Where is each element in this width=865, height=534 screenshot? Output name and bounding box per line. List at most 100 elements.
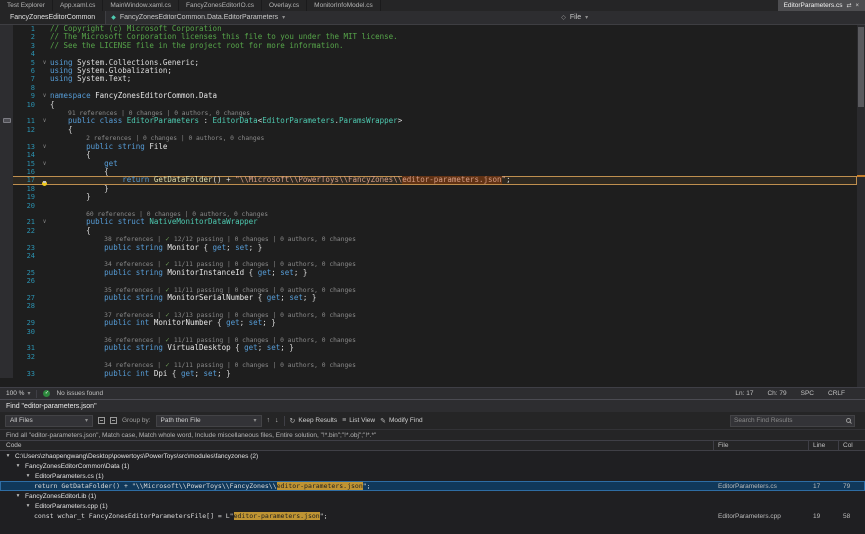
- code-text[interactable]: {: [50, 101, 857, 109]
- close-icon[interactable]: ×: [855, 3, 859, 9]
- expander-icon[interactable]: ▾: [24, 473, 32, 479]
- code-text[interactable]: using System.Collections.Generic;: [50, 59, 857, 67]
- code-text[interactable]: 2 references | 0 changes | 0 authors, 0 …: [50, 134, 857, 142]
- code-text[interactable]: // The Microsoft Corporation licenses th…: [50, 33, 857, 41]
- expander-icon[interactable]: ▾: [14, 493, 22, 499]
- code-text[interactable]: namespace FancyZonesEditorCommon.Data: [50, 92, 857, 100]
- code-line[interactable]: 9∨namespace FancyZonesEditorCommon.Data: [0, 92, 857, 100]
- search-find-results-box[interactable]: [730, 415, 855, 427]
- tab-monitorinfomodel-cs[interactable]: MonitorInfoModel.cs: [307, 0, 381, 11]
- tab-editorparameters[interactable]: EditorParameters.cs ⇄ ×: [778, 0, 865, 11]
- codelens-row[interactable]: 36 references | ✓ 11/11 passing | 0 chan…: [0, 336, 857, 344]
- scrollbar-thumb[interactable]: [858, 27, 864, 107]
- fold-chevron-icon[interactable]: ∨: [39, 92, 50, 100]
- code-text[interactable]: public string MonitorSerialNumber { get;…: [50, 294, 857, 302]
- code-text[interactable]: {: [50, 227, 857, 235]
- code-text[interactable]: 38 references | ✓ 12/12 passing | 0 chan…: [50, 235, 857, 243]
- code-text[interactable]: public int MonitorNumber { get; set; }: [50, 319, 857, 327]
- code-text[interactable]: }: [50, 185, 857, 193]
- codelens-row[interactable]: 38 references | ✓ 12/12 passing | 0 chan…: [0, 235, 857, 243]
- tab-app-xaml-cs[interactable]: App.xaml.cs: [53, 0, 103, 11]
- code-text[interactable]: 35 references | ✓ 11/11 passing | 0 chan…: [50, 286, 857, 294]
- member-dropdown[interactable]: ◇ File ▾: [561, 14, 860, 21]
- code-text[interactable]: // Copyright (c) Microsoft Corporation: [50, 25, 857, 33]
- code-line[interactable]: 33public int Dpi { get; set; }: [0, 370, 857, 378]
- glyph-margin[interactable]: [0, 336, 13, 344]
- glyph-margin[interactable]: [0, 176, 13, 184]
- collapse-all-icon[interactable]: [98, 417, 105, 424]
- glyph-margin[interactable]: [0, 244, 13, 252]
- zoom-dropdown[interactable]: 100 % ▾: [6, 390, 30, 397]
- tab-overlay-cs[interactable]: Overlay.cs: [262, 0, 307, 11]
- code-line[interactable]: 26: [0, 277, 857, 285]
- code-text[interactable]: [50, 50, 857, 58]
- fold-margin[interactable]: [39, 176, 50, 184]
- glyph-margin[interactable]: [0, 42, 13, 50]
- code-text[interactable]: using System.Globalization;: [50, 67, 857, 75]
- glyph-margin[interactable]: [0, 227, 13, 235]
- codelens-row[interactable]: 34 references | ✓ 11/11 passing | 0 chan…: [0, 361, 857, 369]
- codelens-row[interactable]: 37 references | ✓ 13/13 passing | 0 chan…: [0, 311, 857, 319]
- glyph-margin[interactable]: [0, 101, 13, 109]
- code-line[interactable]: 4: [0, 50, 857, 58]
- column-header-code[interactable]: Code: [0, 441, 714, 450]
- glyph-margin[interactable]: [0, 143, 13, 151]
- code-text[interactable]: public class EditorParameters : EditorDa…: [50, 117, 857, 125]
- result-match-row[interactable]: return GetDataFolder() + "\\Microsoft\\P…: [0, 481, 865, 491]
- glyph-margin[interactable]: [0, 160, 13, 168]
- code-text[interactable]: 37 references | ✓ 13/13 passing | 0 chan…: [50, 311, 857, 319]
- code-line[interactable]: 11∨public class EditorParameters : Edito…: [0, 117, 857, 125]
- compare-icon[interactable]: ⇄: [846, 2, 851, 9]
- glyph-margin[interactable]: [0, 344, 13, 352]
- previous-match-icon[interactable]: ↑: [267, 417, 271, 424]
- code-line[interactable]: 29public int MonitorNumber { get; set; }: [0, 319, 857, 327]
- code-text[interactable]: [50, 328, 857, 336]
- glyph-margin[interactable]: [0, 202, 13, 210]
- fold-chevron-icon[interactable]: ∨: [39, 160, 50, 168]
- code-line[interactable]: 25public string MonitorInstanceId { get;…: [0, 269, 857, 277]
- code-text[interactable]: public string VirtualDesktop { get; set;…: [50, 344, 857, 352]
- glyph-margin[interactable]: [0, 185, 13, 193]
- code-line[interactable]: 24: [0, 252, 857, 260]
- glyph-margin[interactable]: [0, 361, 13, 369]
- glyph-margin[interactable]: [0, 311, 13, 319]
- column-header-file[interactable]: File: [714, 441, 809, 450]
- code-text[interactable]: [50, 84, 857, 92]
- column-header-col[interactable]: Col: [839, 441, 865, 450]
- codelens-row[interactable]: 34 references | ✓ 11/11 passing | 0 chan…: [0, 260, 857, 268]
- result-group-row[interactable]: ▾EditorParameters.cs (1): [0, 471, 865, 481]
- search-find-results-input[interactable]: [734, 417, 843, 424]
- code-line[interactable]: 20: [0, 202, 857, 210]
- list-view-button[interactable]: ≡ List View: [342, 417, 375, 424]
- code-text[interactable]: 36 references | ✓ 11/11 passing | 0 chan…: [50, 336, 857, 344]
- code-line[interactable]: 2// The Microsoft Corporation licenses t…: [0, 33, 857, 41]
- keep-results-button[interactable]: ↻ Keep Results: [290, 417, 338, 425]
- result-group-row[interactable]: ▾FancyZonesEditorLib (1): [0, 491, 865, 501]
- code-text[interactable]: {: [50, 151, 857, 159]
- code-line[interactable]: 16{: [0, 168, 857, 176]
- code-text[interactable]: 91 references | 0 changes | 0 authors, 0…: [50, 109, 857, 117]
- glyph-margin[interactable]: [0, 260, 13, 268]
- glyph-margin[interactable]: [0, 193, 13, 201]
- code-line[interactable]: 21∨public struct NativeMonitorDataWrappe…: [0, 218, 857, 226]
- code-text[interactable]: return GetDataFolder() + "\\Microsoft\\P…: [50, 176, 857, 184]
- line-marker-icon[interactable]: [3, 118, 11, 123]
- glyph-margin[interactable]: [0, 319, 13, 327]
- issues-status[interactable]: No issues found: [56, 390, 103, 397]
- code-text[interactable]: [50, 277, 857, 285]
- column-header-line[interactable]: Line: [809, 441, 839, 450]
- code-text[interactable]: {: [50, 168, 857, 176]
- glyph-margin[interactable]: [0, 92, 13, 100]
- glyph-margin[interactable]: [0, 134, 13, 142]
- code-text[interactable]: get: [50, 160, 857, 168]
- fold-chevron-icon[interactable]: ∨: [39, 59, 50, 67]
- code-text[interactable]: }: [50, 193, 857, 201]
- glyph-margin[interactable]: [0, 33, 13, 41]
- glyph-margin[interactable]: [0, 151, 13, 159]
- code-text[interactable]: using System.Text;: [50, 75, 857, 83]
- code-line[interactable]: 14{: [0, 151, 857, 159]
- glyph-margin[interactable]: [0, 370, 13, 378]
- code-text[interactable]: 34 references | ✓ 11/11 passing | 0 chan…: [50, 260, 857, 268]
- result-group-row[interactable]: ▾C:\Users\zhaopengwang\Desktop\powertoys…: [0, 451, 865, 461]
- code-text[interactable]: [50, 302, 857, 310]
